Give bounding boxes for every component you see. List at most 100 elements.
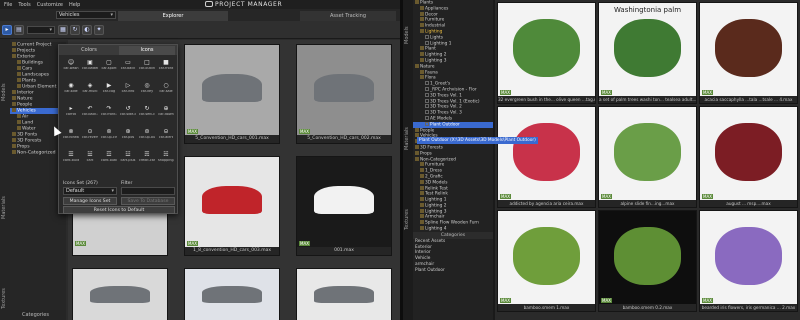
folder-button[interactable]: ▤ — [14, 25, 24, 35]
tree-item-label: Armchair — [425, 214, 445, 220]
view-select[interactable]: ▾ — [27, 26, 55, 34]
right-side-tab-models[interactable]: Models — [404, 26, 410, 44]
vehicle-icon: ◉ — [68, 82, 74, 89]
folder-icon — [420, 173, 424, 178]
icon-choice[interactable]: ◉ car-side — [63, 82, 79, 98]
icon-choice[interactable]: ⊕ car-down — [158, 105, 174, 121]
icon-button[interactable]: ✦ — [94, 25, 104, 35]
asset-thumbnail[interactable]: MAX 1_8_convention_HD_cars_003.max — [184, 156, 280, 256]
icon-choice[interactable]: □car-outline — [139, 59, 155, 75]
icon-choice[interactable]: ☺ car-wash — [63, 59, 79, 75]
plant-thumbnail[interactable]: MAX august ... msp....max — [699, 106, 798, 208]
icon-choice[interactable]: ⊗car-forward — [63, 128, 79, 144]
plant-thumbnail[interactable]: MAX bamboo.smem 0.2.max — [598, 210, 697, 312]
folder-icon — [420, 46, 424, 51]
asset-thumbnail[interactable]: MAX 5_Convention_HD_cars_002.max — [296, 44, 392, 144]
icon-choice[interactable]: ☲card-outline — [101, 151, 117, 167]
icon-choice[interactable]: ⊙car-reverse — [82, 128, 98, 144]
filter-button[interactable]: ▸ — [2, 25, 12, 35]
right-asset-grid: MAX 32 evergreen bush in the... olive que… — [495, 0, 800, 320]
max-file-badge: MAX — [187, 129, 198, 134]
max-file-badge: MAX — [702, 194, 713, 199]
checkbox-icon — [425, 40, 429, 45]
grid-view-button[interactable]: ▦ — [58, 25, 68, 35]
icon-choice[interactable]: ▸ carrot — [63, 105, 79, 121]
tab-colors[interactable]: Colors — [61, 46, 117, 55]
icon-choice[interactable]: ☳ cart-plus — [120, 151, 136, 167]
menu-customize[interactable]: Customize — [37, 2, 63, 8]
vehicle-icon: ↺ — [125, 105, 131, 112]
checkbox-icon — [425, 104, 429, 109]
icon-choice[interactable]: ⊚car-up-circle — [101, 128, 117, 144]
color-button[interactable]: ◐ — [82, 25, 92, 35]
tab-asset-tracking[interactable]: Asset Tracking — [300, 11, 396, 21]
plant-thumbnail[interactable]: MAX addicted by agencia aria ceira.max — [497, 106, 596, 208]
folder-icon — [420, 191, 424, 196]
icon-choice[interactable]: ☴credit-card — [139, 151, 155, 167]
side-tab-models[interactable]: Models — [1, 83, 7, 101]
icon-choice[interactable]: ⊜car-up-outline — [139, 128, 155, 144]
icon-choice[interactable]: ☵shopping-cart — [158, 151, 174, 167]
menu-bar: File Tools Customize Help — [0, 0, 400, 9]
icon-choice[interactable]: ☱ cart — [82, 151, 98, 167]
asset-thumbnail[interactable] — [296, 268, 392, 320]
menu-help[interactable]: Help — [69, 2, 80, 8]
manage-icons-button[interactable]: Manage Icons Set — [63, 197, 117, 205]
menu-tools[interactable]: Tools — [18, 2, 30, 8]
folder-icon — [420, 162, 424, 167]
plant-thumbnail[interactable]: MAX bearded iris flowers, iris germanica … — [699, 210, 798, 312]
tab-icons[interactable]: Icons — [119, 46, 175, 55]
icon-choice[interactable]: ↶car-back-circle — [82, 105, 98, 121]
icon-choice[interactable]: ▷ car-info — [120, 82, 136, 98]
plant-thumbnail[interactable]: MAX alpine slide fin...ing...max — [598, 106, 697, 208]
tree-item[interactable]: Lighting 4 — [413, 226, 493, 232]
save-to-database-button[interactable]: Save To Database — [121, 197, 175, 205]
icon-choice[interactable]: ■ car-front — [158, 59, 174, 75]
icon-choice[interactable]: ⊛ car-pos — [120, 128, 136, 144]
icon-choice[interactable]: ▢ car-sport — [101, 59, 117, 75]
icon-choice[interactable]: ↺car-side-circle — [120, 105, 136, 121]
asset-thumbnail[interactable]: MAX 001.max — [296, 156, 392, 256]
icon-choice[interactable]: ◎ car-key — [139, 82, 155, 98]
icon-choice[interactable]: ▶ car-cog — [101, 82, 117, 98]
checkbox-icon — [425, 34, 429, 39]
tree-item-label: Lighting 2 — [425, 203, 447, 209]
icon-choice[interactable]: ○ car-sale — [158, 82, 174, 98]
icon-choice[interactable]: ▣car-battery — [82, 59, 98, 75]
path-tooltip: Plant Outdoor (X:\3D Assets\3D Models\Pl… — [417, 137, 538, 144]
tab-explorer[interactable]: Explorer — [118, 11, 228, 21]
plant-thumbnail[interactable]: MAX bamboo.smem 1.max — [497, 210, 596, 312]
refresh-button[interactable]: ↻ — [70, 25, 80, 35]
asset-thumbnail[interactable] — [72, 268, 168, 320]
tree-item-label: Lighting 4 — [425, 226, 447, 232]
category-item[interactable]: Plant Outdoor — [413, 268, 493, 274]
reset-icons-button[interactable]: Reset Icons to Default — [63, 206, 175, 214]
icon-filter-input[interactable] — [121, 187, 175, 195]
project-select[interactable]: Vehicles ▾ — [56, 11, 116, 19]
plant-thumbnail[interactable]: Washingtonia palm MAX a set of palm trees … — [598, 2, 697, 104]
folder-icon — [420, 57, 424, 62]
asset-thumbnail[interactable]: MAX 5_Convention_HD_cars_001.max — [184, 44, 280, 144]
icon-choice[interactable]: ⊝ car-alert — [158, 128, 174, 144]
right-side-tab-materials[interactable]: Materials — [404, 127, 410, 150]
tree-item-label: Lighting 3 — [425, 58, 447, 64]
plant-thumbnail[interactable]: MAX 32 evergreen bush in the... olive que… — [497, 2, 596, 104]
icon-choice[interactable]: ▭ car-back — [120, 59, 136, 75]
plant-thumbnail[interactable]: MAX acacia saccaphylla ...tala ...tsale .… — [699, 2, 798, 104]
side-tab-materials[interactable]: Materials — [1, 196, 7, 219]
side-tab-textures[interactable]: Textures — [1, 288, 7, 309]
right-side-tab-textures[interactable]: Textures — [404, 209, 410, 230]
max-file-badge: MAX — [299, 129, 310, 134]
icon-choice[interactable]: ◈ car-multi — [82, 82, 98, 98]
category-item-label: armchair — [415, 262, 435, 268]
menu-file[interactable]: File — [4, 2, 12, 8]
icon-choice[interactable]: ↻car-sett-circle — [139, 105, 155, 121]
icon-choice[interactable]: ☰card-bullets — [63, 151, 79, 167]
icon-choice[interactable]: ↷car-front-circle — [101, 105, 117, 121]
project-manager-window-right: Models Materials Textures Plants Applianc… — [403, 0, 800, 320]
icon-set-select[interactable]: Default ▾ — [63, 187, 117, 195]
vehicle-icon: ↶ — [87, 105, 93, 112]
icon-choice-label: car-battery — [82, 67, 98, 70]
asset-thumbnail[interactable] — [184, 268, 280, 320]
max-file-badge: MAX — [299, 241, 310, 246]
